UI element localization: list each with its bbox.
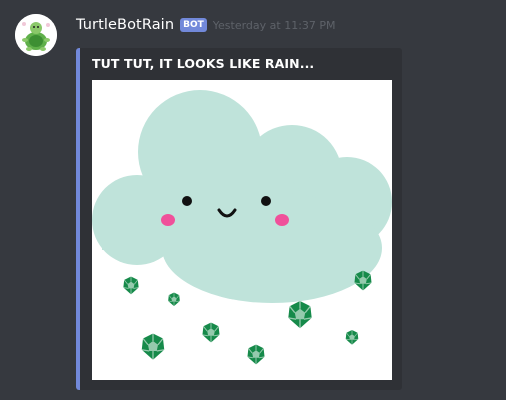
- right-eye-icon: [261, 196, 271, 206]
- embed-accent-bar: [76, 48, 80, 390]
- embed-image[interactable]: [92, 80, 392, 380]
- embed-title: TUT TUT, IT LOOKS LIKE RAIN...: [92, 56, 315, 71]
- message-embed: TUT TUT, IT LOOKS LIKE RAIN...: [76, 48, 402, 390]
- right-cheek-icon: [275, 214, 289, 226]
- message-header: TurtleBotRain BOT Yesterday at 11:37 PM: [76, 15, 336, 35]
- username[interactable]: TurtleBotRain: [76, 17, 174, 33]
- bot-avatar[interactable]: [15, 14, 57, 56]
- chat-message: TurtleBotRain BOT Yesterday at 11:37 PM …: [0, 0, 506, 400]
- left-eye-icon: [182, 196, 192, 206]
- message-timestamp: Yesterday at 11:37 PM: [212, 18, 336, 32]
- left-cheek-icon: [161, 214, 175, 226]
- rain-cloud-illustration: [92, 80, 392, 380]
- bot-badge: BOT: [180, 18, 207, 32]
- turtle-avatar-icon: [15, 14, 57, 56]
